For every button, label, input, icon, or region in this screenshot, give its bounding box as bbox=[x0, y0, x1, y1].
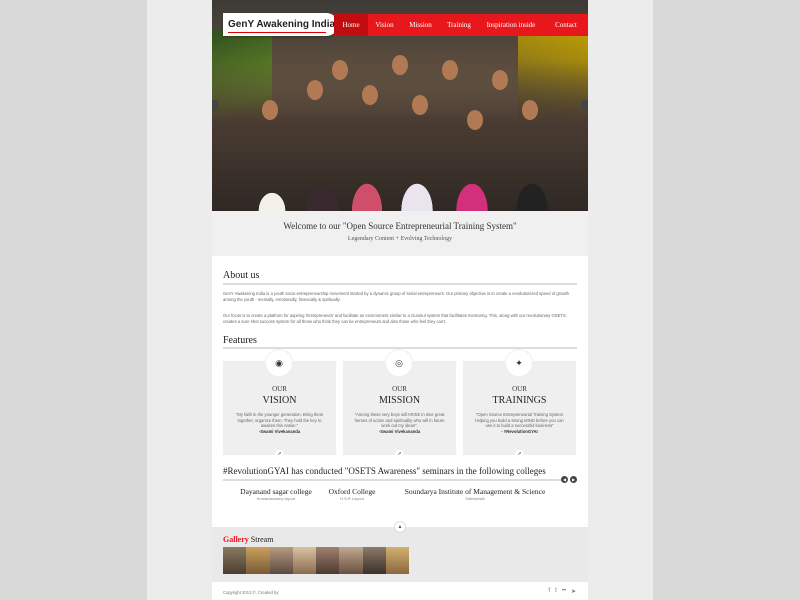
card-heading: MISSION bbox=[378, 395, 421, 406]
college-item: Soundarya Institute of Management & Scie… bbox=[398, 487, 552, 501]
card-our-label: OUR bbox=[392, 385, 407, 393]
gallery-thumbnail[interactable] bbox=[385, 547, 409, 574]
arrow-icon[interactable]: ➚ bbox=[275, 450, 284, 459]
card-our-label: OUR bbox=[272, 385, 287, 393]
footer: Copyright 2013 ©. Created by f t •• ➤ bbox=[212, 582, 588, 600]
hero-slider[interactable]: GenY Awakening India™ Home Vision Missio… bbox=[212, 0, 588, 211]
nav-vision[interactable]: Vision bbox=[368, 14, 401, 36]
gallery-thumbnail[interactable] bbox=[292, 547, 316, 574]
slider-prev-icon[interactable] bbox=[212, 100, 218, 110]
card-quote: "Among these very boys will ARISE in tim… bbox=[354, 412, 445, 428]
facebook-icon[interactable]: f bbox=[548, 588, 550, 595]
arrow-icon[interactable]: ➚ bbox=[515, 450, 524, 459]
about-paragraph-1: GenY Awakening India is a youth socio-en… bbox=[223, 291, 569, 302]
hero-person bbox=[412, 95, 428, 115]
college-name: Dayanand sagar college bbox=[240, 487, 312, 496]
college-item: Dayanand sagar college Kumaraswamy layou… bbox=[224, 487, 328, 501]
college-location: Kumaraswamy layout bbox=[256, 496, 296, 501]
arrow-icon[interactable]: ➚ bbox=[395, 450, 404, 459]
eye-icon: ◉ bbox=[265, 349, 293, 377]
gallery-title: Gallery Stream bbox=[223, 535, 273, 544]
card-quote: "Open Source Entrepreneurial Training Sy… bbox=[475, 412, 564, 428]
hero-person bbox=[262, 100, 278, 120]
about-paragraph-2: Our focus is to create a platform for as… bbox=[223, 313, 567, 324]
send-icon[interactable]: ➤ bbox=[571, 588, 576, 595]
main-nav: Home Vision Mission Training Inspiration… bbox=[334, 14, 588, 36]
carousel-next-icon[interactable]: ▶ bbox=[570, 476, 577, 483]
welcome-subtitle: Legendary Content + Evolving Technology bbox=[347, 236, 453, 242]
gallery-thumbnail[interactable] bbox=[316, 547, 340, 574]
card-author: -Swami Vivekananda bbox=[378, 428, 421, 434]
hero-person bbox=[332, 60, 348, 80]
target-icon: ◎ bbox=[385, 349, 413, 377]
seminars-divider bbox=[223, 479, 563, 481]
social-links: f t •• ➤ bbox=[548, 588, 576, 595]
gallery-strip[interactable] bbox=[223, 547, 409, 574]
gallery-thumbnail[interactable] bbox=[269, 547, 293, 574]
nav-mission[interactable]: Mission bbox=[401, 14, 440, 36]
feature-card-mission: ◎ OUR MISSION "Among these very boys wil… bbox=[343, 349, 456, 459]
card-our-label: OUR bbox=[512, 385, 527, 393]
gallery-thumbnail[interactable] bbox=[339, 547, 363, 574]
card-author: -Swami Vivekananda bbox=[258, 428, 301, 434]
site-logo[interactable]: GenY Awakening India™ bbox=[223, 13, 340, 36]
college-location: H.S.R Layout bbox=[340, 496, 364, 501]
nav-inspiration-inside[interactable]: Inspiration inside bbox=[478, 14, 544, 36]
twitter-icon[interactable]: t bbox=[555, 588, 557, 595]
gallery-thumbnail[interactable] bbox=[246, 547, 270, 574]
nav-contact[interactable]: Contact bbox=[544, 14, 588, 36]
chevron-up-icon[interactable]: ▲ bbox=[394, 521, 406, 533]
gallery-section: Gallery Stream bbox=[212, 527, 588, 582]
page-container: GenY Awakening India™ Home Vision Missio… bbox=[212, 0, 588, 600]
carousel-prev-icon[interactable]: ◀ bbox=[561, 476, 568, 483]
feature-card-vision: ◉ OUR VISION "My faith in the younger ge… bbox=[223, 349, 336, 459]
slider-next-icon[interactable] bbox=[582, 100, 588, 110]
hero-person bbox=[362, 85, 378, 105]
about-title: About us bbox=[223, 270, 260, 281]
feature-card-trainings: ✦ OUR TRAININGS "Open Source Entrepreneu… bbox=[463, 349, 576, 459]
hero-group-photo bbox=[212, 61, 588, 211]
gallery-title-rest: Stream bbox=[248, 535, 274, 544]
lightbulb-icon: ✦ bbox=[505, 349, 533, 377]
flickr-icon[interactable]: •• bbox=[562, 588, 566, 595]
logo-underline bbox=[228, 32, 326, 33]
college-name: Soundarya Institute of Management & Scie… bbox=[404, 487, 546, 496]
gallery-thumbnail[interactable] bbox=[223, 547, 247, 574]
footer-copyright: Copyright 2013 ©. Created by bbox=[223, 590, 279, 595]
hero-person bbox=[522, 100, 538, 120]
gallery-thumbnail[interactable] bbox=[362, 547, 386, 574]
card-author: - #RevolutionGYAI bbox=[501, 428, 538, 434]
welcome-banner: Welcome to our "Open Source Entrepreneur… bbox=[212, 211, 588, 256]
card-heading: TRAININGS bbox=[492, 395, 547, 406]
seminars-title: #RevolutionGYAI has conducted "OSETS Awa… bbox=[223, 466, 546, 476]
nav-training[interactable]: Training bbox=[440, 14, 478, 36]
welcome-title: Welcome to our "Open Source Entrepreneur… bbox=[283, 221, 517, 231]
college-name: Oxford College bbox=[328, 487, 376, 496]
hero-person bbox=[442, 60, 458, 80]
about-divider bbox=[223, 283, 577, 285]
hero-person bbox=[392, 55, 408, 75]
logo-text: GenY Awakening India bbox=[228, 19, 336, 30]
college-item: Oxford College H.S.R Layout bbox=[322, 487, 382, 501]
hero-person bbox=[307, 80, 323, 100]
college-location: Sidedahalli bbox=[465, 496, 485, 501]
hero-person bbox=[492, 70, 508, 90]
card-quote: "My faith in the younger generation. Bri… bbox=[235, 412, 324, 428]
gallery-title-red: Gallery bbox=[223, 535, 249, 544]
features-title: Features bbox=[223, 335, 257, 346]
hero-person bbox=[467, 110, 483, 130]
nav-home[interactable]: Home bbox=[334, 14, 368, 36]
card-heading: VISION bbox=[262, 395, 297, 406]
